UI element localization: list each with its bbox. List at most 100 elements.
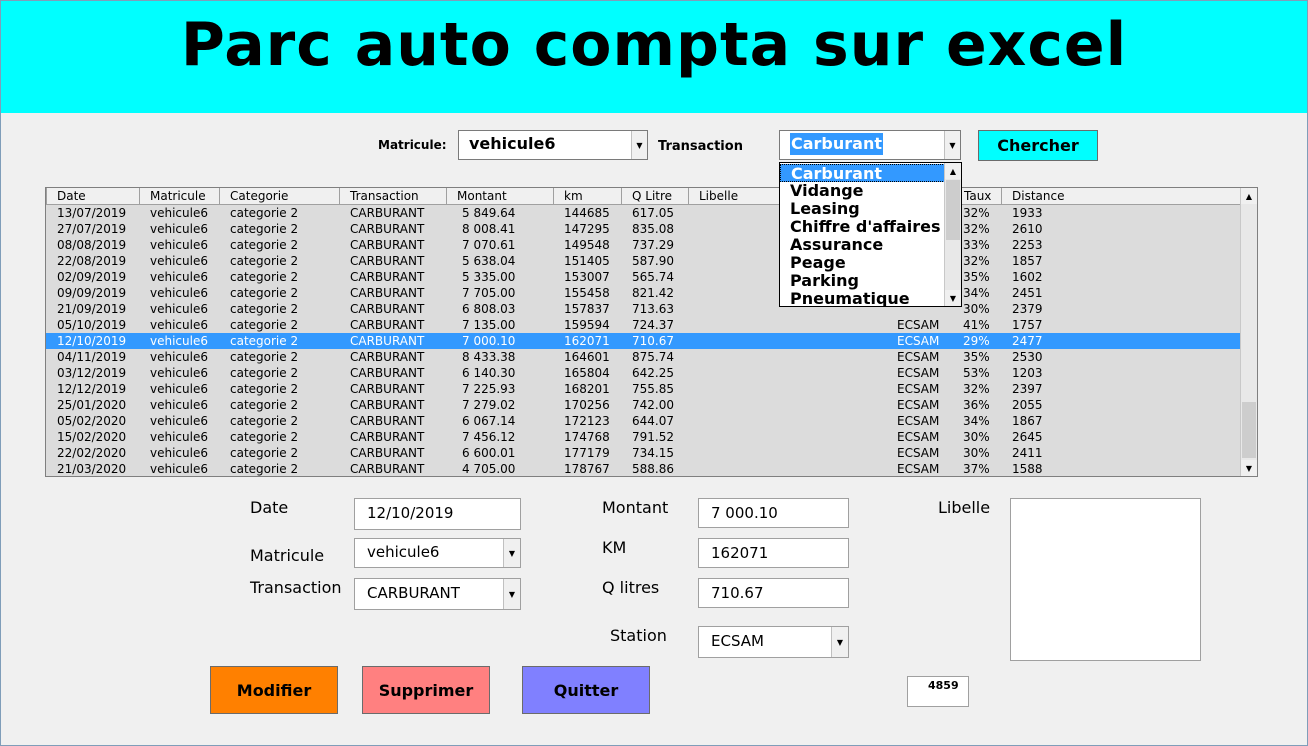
- transactions-list[interactable]: Date Matricule Categorie Transaction Montant…: [45, 187, 1258, 477]
- dropdown-option[interactable]: Assurance: [780, 236, 945, 254]
- table-cell: categorie 2: [230, 286, 299, 300]
- table-cell: vehicule6: [150, 350, 208, 364]
- search-transaction-combo[interactable]: Carburant ▼: [779, 130, 961, 160]
- table-row[interactable]: 21/03/2020 vehicule6 categorie 2 CARBURANT 4…: [46, 461, 1241, 476]
- table-row[interactable]: 25/01/2020 vehicule6 categorie 2 CARBURANT 7…: [46, 397, 1241, 413]
- table-cell: 164601: [564, 350, 610, 364]
- table-row[interactable]: 15/02/2020 vehicule6 categorie 2 CARBURANT 7…: [46, 429, 1241, 445]
- table-cell: 6 600.01: [462, 446, 516, 460]
- km-field[interactable]: 162071: [698, 538, 849, 568]
- search-matricule-value: vehicule6: [469, 134, 556, 153]
- table-row[interactable]: 03/12/2019 vehicule6 categorie 2 CARBURANT 6…: [46, 365, 1241, 381]
- quitter-button[interactable]: Quitter: [522, 666, 650, 714]
- table-row[interactable]: 12/10/2019 vehicule6 categorie 2 CARBURANT 7…: [46, 333, 1241, 349]
- table-cell: 30%: [963, 430, 990, 444]
- table-row[interactable]: 22/02/2020 vehicule6 categorie 2 CARBURANT 6…: [46, 445, 1241, 461]
- scroll-thumb[interactable]: [946, 180, 960, 240]
- chevron-down-icon[interactable]: ▼: [631, 131, 647, 159]
- table-cell: 2253: [1012, 238, 1043, 252]
- chevron-down-icon[interactable]: ▼: [831, 627, 848, 657]
- table-cell: categorie 2: [230, 366, 299, 380]
- chevron-down-icon[interactable]: ▼: [503, 579, 520, 609]
- column-header[interactable]: Categorie: [219, 188, 339, 204]
- table-row[interactable]: 04/11/2019 vehicule6 categorie 2 CARBURANT 8…: [46, 349, 1241, 365]
- dropdown-option[interactable]: Peage: [780, 254, 945, 272]
- table-cell: 41%: [963, 318, 990, 332]
- table-row[interactable]: 09/09/2019 vehicule6 categorie 2 CARBURANT 7…: [46, 285, 1241, 301]
- scroll-down-icon[interactable]: ▼: [1241, 460, 1257, 476]
- table-row[interactable]: 22/08/2019 vehicule6 categorie 2 CARBURANT 5…: [46, 253, 1241, 269]
- scroll-up-icon[interactable]: ▲: [945, 163, 961, 179]
- qlitres-field[interactable]: 710.67: [698, 578, 849, 608]
- table-cell: CARBURANT: [350, 334, 425, 348]
- table-row[interactable]: 13/07/2019 vehicule6 categorie 2 CARBURANT 5…: [46, 205, 1241, 221]
- dropdown-option[interactable]: Carburant: [780, 164, 945, 183]
- montant-field[interactable]: 7 000.10: [698, 498, 849, 528]
- table-cell: 2411: [1012, 446, 1043, 460]
- dropdown-scrollbar[interactable]: ▲ ▼: [944, 163, 961, 306]
- table-cell: 21/09/2019: [57, 302, 127, 316]
- transaction-combo[interactable]: CARBURANT ▼: [354, 578, 521, 610]
- table-cell: 178767: [564, 462, 610, 476]
- table-row[interactable]: 08/08/2019 vehicule6 categorie 2 CARBURANT 7…: [46, 237, 1241, 253]
- dropdown-option[interactable]: Vidange: [780, 182, 945, 200]
- matricule-combo[interactable]: vehicule6 ▼: [354, 538, 521, 568]
- table-cell: 157837: [564, 302, 610, 316]
- station-value: ECSAM: [711, 632, 764, 650]
- table-cell: 821.42: [632, 286, 674, 300]
- table-cell: 1867: [1012, 414, 1043, 428]
- dropdown-option[interactable]: Chiffre d'affaires: [780, 218, 945, 236]
- table-row[interactable]: 12/12/2019 vehicule6 categorie 2 CARBURANT 7…: [46, 381, 1241, 397]
- table-row[interactable]: 02/09/2019 vehicule6 categorie 2 CARBURANT 5…: [46, 269, 1241, 285]
- table-cell: 8 008.41: [462, 222, 516, 236]
- table-row[interactable]: 27/07/2019 vehicule6 categorie 2 CARBURANT 8…: [46, 221, 1241, 237]
- table-row[interactable]: 05/02/2020 vehicule6 categorie 2 CARBURANT 6…: [46, 413, 1241, 429]
- table-cell: 147295: [564, 222, 610, 236]
- column-header[interactable]: Date: [46, 188, 139, 204]
- table-cell: 22/08/2019: [57, 254, 127, 268]
- column-header[interactable]: Matricule: [139, 188, 219, 204]
- scroll-up-icon[interactable]: ▲: [1241, 188, 1257, 204]
- title-banner: Parc auto compta sur excel: [1, 1, 1307, 113]
- table-cell: CARBURANT: [350, 222, 425, 236]
- column-header[interactable]: Montant: [446, 188, 553, 204]
- list-scrollbar[interactable]: ▲ ▼: [1240, 188, 1257, 476]
- transaction-dropdown-list[interactable]: Carburant Vidange Leasing Chiffre d'affaire…: [779, 162, 962, 307]
- station-combo[interactable]: ECSAM ▼: [698, 626, 849, 658]
- table-cell: CARBURANT: [350, 414, 425, 428]
- modifier-button[interactable]: Modifier: [210, 666, 338, 714]
- column-header[interactable]: Distance: [1001, 188, 1241, 204]
- table-cell: 02/09/2019: [57, 270, 127, 284]
- table-cell: ECSAM: [897, 462, 940, 476]
- table-cell: vehicule6: [150, 382, 208, 396]
- table-cell: 2379: [1012, 302, 1043, 316]
- column-header[interactable]: km: [553, 188, 621, 204]
- table-row[interactable]: 21/09/2019 vehicule6 categorie 2 CARBURANT 6…: [46, 301, 1241, 317]
- table-cell: 7 705.00: [462, 286, 516, 300]
- table-cell: categorie 2: [230, 222, 299, 236]
- table-cell: 724.37: [632, 318, 674, 332]
- column-header[interactable]: Transaction: [339, 188, 446, 204]
- search-matricule-combo[interactable]: vehicule6 ▼: [458, 130, 648, 160]
- date-label: Date: [250, 498, 289, 517]
- dropdown-option[interactable]: Parking: [780, 272, 945, 290]
- date-field[interactable]: 12/10/2019: [354, 498, 521, 530]
- chevron-down-icon[interactable]: ▼: [503, 539, 520, 567]
- table-cell: 34%: [963, 286, 990, 300]
- table-cell: 30%: [963, 446, 990, 460]
- scroll-down-icon[interactable]: ▼: [945, 290, 961, 306]
- chevron-down-icon[interactable]: ▼: [944, 131, 960, 159]
- table-cell: 153007: [564, 270, 610, 284]
- supprimer-button[interactable]: Supprimer: [362, 666, 490, 714]
- libelle-textarea[interactable]: [1010, 498, 1201, 661]
- scroll-thumb[interactable]: [1242, 402, 1256, 458]
- table-cell: 1757: [1012, 318, 1043, 332]
- search-button[interactable]: Chercher: [978, 130, 1098, 161]
- dropdown-option[interactable]: Pneumatique: [780, 290, 945, 307]
- column-header[interactable]: Q Litre: [621, 188, 688, 204]
- table-row[interactable]: 05/10/2019 vehicule6 categorie 2 CARBURANT 7…: [46, 317, 1241, 333]
- table-cell: 22/02/2020: [57, 446, 127, 460]
- dropdown-option[interactable]: Leasing: [780, 200, 945, 218]
- table-cell: 1857: [1012, 254, 1043, 268]
- table-cell: categorie 2: [230, 414, 299, 428]
